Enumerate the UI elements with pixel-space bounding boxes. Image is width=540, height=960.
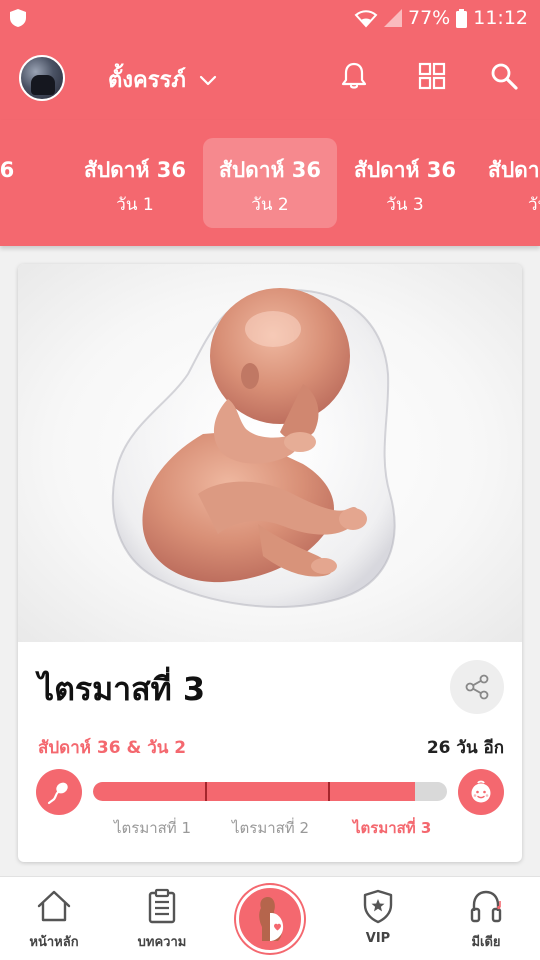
bottom-navigation: หน้าหลัก บทความ VIP มีเดีย: [0, 876, 540, 960]
trimester-divider: [328, 782, 330, 801]
bell-icon: [341, 62, 367, 89]
week-tab-week: สัปดา: [488, 158, 540, 182]
vip-shield-icon: [363, 889, 393, 924]
trimester-label-1: ไตรมาสที่ 1: [114, 819, 192, 837]
nav-articles-label: บทความ: [137, 935, 187, 950]
week-tab[interactable]: สัปดา วัน: [474, 138, 540, 228]
share-button[interactable]: [450, 660, 504, 714]
week-tab-week: สัปดาห์ 36: [354, 158, 456, 182]
headphones-icon: [470, 890, 502, 923]
grid-icon: [418, 62, 446, 90]
clipboard-icon: [148, 888, 176, 924]
week-tab-day: วัน 2: [251, 195, 289, 215]
week-tab-week: ห์ 36: [0, 158, 15, 182]
status-right: 77% 11:12: [354, 6, 528, 30]
pregnancy-progress-card: ไตรมาสที่ 3 สัปดาห์ 36 & วัน 2 26 วัน อี…: [18, 264, 522, 862]
trimester-divider: [205, 782, 207, 801]
current-week-day: สัปดาห์ 36 & วัน 2: [38, 738, 187, 758]
trimester-title: ไตรมาสที่ 3: [38, 670, 206, 708]
days-remaining: 26 วัน อีก: [426, 738, 504, 758]
fetus-image: [111, 288, 396, 608]
status-bar: 77% 11:12: [0, 0, 540, 36]
pregnancy-progress-bar: [93, 782, 447, 801]
week-tab-week: สัปดาห์ 36: [84, 158, 186, 182]
nav-vip[interactable]: VIP: [324, 887, 432, 957]
search-icon: [491, 63, 518, 90]
nav-home[interactable]: หน้าหลัก: [0, 887, 108, 957]
progress-fill: [93, 782, 416, 801]
nav-media-label: มีเดีย: [471, 935, 501, 950]
fetus-illustration[interactable]: [18, 264, 522, 642]
sperm-icon: [47, 782, 68, 805]
wifi-icon: [354, 10, 378, 28]
baby-face-icon: [471, 780, 491, 803]
menu-grid-button[interactable]: [414, 58, 450, 94]
week-tab-selected[interactable]: สัปดาห์ 36 วัน 2: [203, 138, 337, 228]
signal-icon: [384, 9, 402, 27]
home-icon: [37, 890, 71, 922]
nav-media[interactable]: มีเดีย: [432, 887, 540, 957]
trimester-label-2: ไตรมาสที่ 2: [232, 819, 310, 837]
week-tab[interactable]: สัปดาห์ 36 วัน 3: [338, 138, 472, 228]
conception-icon-badge: [36, 769, 82, 815]
trimester-label-3: ไตรมาสที่ 3: [353, 819, 432, 837]
nav-vip-label: VIP: [365, 931, 391, 946]
week-tab[interactable]: ห์ 36: [0, 138, 56, 228]
week-tab[interactable]: สัปดาห์ 36 วัน 1: [68, 138, 202, 228]
baby-icon-badge: [458, 769, 504, 815]
nav-pregnancy-center-button[interactable]: [236, 885, 304, 953]
battery-icon: [456, 8, 468, 28]
week-tab-day: วัน: [528, 195, 540, 215]
share-icon: [465, 674, 489, 700]
avatar[interactable]: [19, 55, 65, 101]
clock: 11:12: [473, 7, 528, 29]
week-tab-week: สัปดาห์ 36: [219, 158, 321, 182]
search-button[interactable]: [486, 58, 522, 94]
pregnancy-status-selector[interactable]: ตั้งครรภ์: [108, 62, 218, 97]
week-tab-day: วัน 1: [116, 195, 154, 215]
notifications-button[interactable]: [336, 58, 372, 94]
chevron-down-icon: [199, 75, 216, 85]
app-bar: ตั้งครรภ์: [0, 36, 540, 120]
shield-icon: [10, 9, 26, 27]
pregnant-woman-icon: [259, 897, 284, 941]
nav-home-label: หน้าหลัก: [29, 935, 79, 950]
week-tab-day: วัน 3: [386, 195, 424, 215]
status-title-label: ตั้งครรภ์: [108, 68, 186, 93]
nav-articles[interactable]: บทความ: [108, 887, 216, 957]
battery-percent: 77%: [408, 7, 451, 29]
week-day-tabs[interactable]: ห์ 36 สัปดาห์ 36 วัน 1 สัปดาห์ 36 วัน 2 …: [0, 120, 540, 246]
